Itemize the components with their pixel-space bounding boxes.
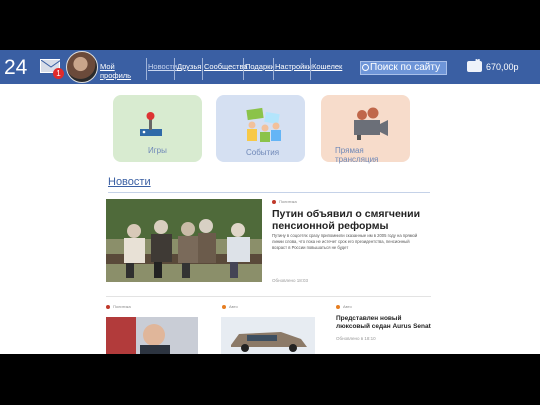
sub-story-3-category: Авто: [336, 304, 352, 309]
news-section-title[interactable]: Новости: [108, 177, 151, 188]
sub-story-1-category: Политика: [106, 304, 131, 309]
nav-my-profile[interactable]: Мой профиль: [100, 62, 146, 80]
nav-divider: [243, 58, 244, 80]
sub-story-2-photo[interactable]: [221, 317, 315, 354]
sub-story-1-photo[interactable]: [106, 317, 198, 354]
main-story-photo[interactable]: [106, 199, 262, 282]
section-divider: [108, 192, 430, 193]
nav-divider: [174, 58, 175, 80]
counter-24: 24: [4, 56, 28, 79]
category-dot: [106, 304, 110, 309]
nav-divider: [202, 58, 203, 80]
nav-divider: [146, 58, 147, 80]
category-dot: [272, 199, 276, 204]
category-dot: [336, 304, 340, 309]
nav-settings[interactable]: Настройки: [275, 62, 312, 71]
sub-story-3-category-text: Авто: [343, 304, 352, 309]
tile-games-label: Игры: [148, 146, 167, 155]
tile-events-label: События: [246, 148, 280, 157]
main-story-category-text: Политика: [279, 199, 297, 204]
nav-gifts[interactable]: Подарки: [245, 62, 275, 71]
top-navigation-bar: 24 1 Мой профиль Новости Друзья Сообщест…: [0, 50, 540, 84]
search-icon: [362, 64, 369, 71]
sub-story-3-headline[interactable]: Представлен новый люксовый седан Aurus S…: [336, 315, 431, 331]
sub-story-1-category-text: Политика: [113, 304, 131, 309]
search-input[interactable]: Поиск по сайту: [360, 61, 447, 75]
tile-live-label: Прямая трансляция: [335, 146, 379, 164]
nav-divider: [273, 58, 274, 80]
sub-story-2-category: Авто: [222, 304, 238, 309]
app-window: 24 1 Мой профиль Новости Друзья Сообщест…: [0, 50, 540, 354]
nav-news[interactable]: Новости: [148, 62, 177, 71]
main-story-lead: Путину в соцсетях сразу припомнили сказа…: [272, 233, 418, 250]
category-dot: [222, 304, 226, 309]
tile-live-stream[interactable]: Прямая трансляция: [321, 95, 410, 164]
tile-games[interactable]: Игры: [113, 95, 202, 162]
heart-icon: ♥: [475, 56, 481, 66]
user-avatar[interactable]: [66, 51, 98, 83]
balance-amount: 670,00р: [486, 62, 519, 72]
sub-story-3-time: Обновлено в 18:10: [336, 336, 376, 341]
main-story-time: Обновлено 18:03: [272, 278, 308, 283]
nav-friends[interactable]: Друзья: [177, 62, 202, 71]
nav-communities[interactable]: Сообщества: [204, 62, 248, 71]
nav-divider: [310, 58, 311, 80]
main-story-category: Политика: [272, 199, 297, 204]
sub-story-2-category-text: Авто: [229, 304, 238, 309]
nav-wallet[interactable]: Кошелек: [312, 62, 342, 71]
tile-events[interactable]: События: [216, 95, 305, 162]
main-story-headline[interactable]: Путин объявил о смягчении пенсионной реф…: [272, 208, 422, 232]
row-divider: [106, 296, 431, 297]
mail-count-badge: 1: [53, 68, 64, 79]
screen: 24 1 Мой профиль Новости Друзья Сообщест…: [0, 0, 540, 405]
search-placeholder: Поиск по сайту: [370, 62, 441, 73]
